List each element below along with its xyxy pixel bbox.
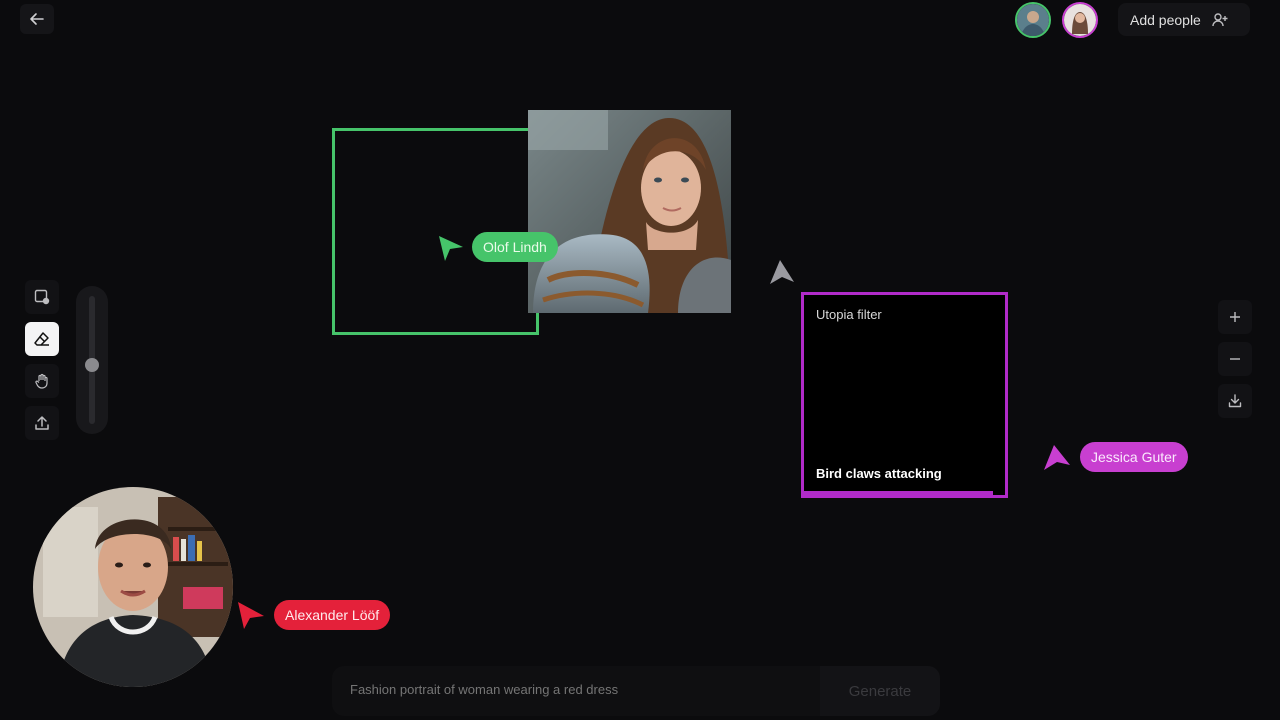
download-icon [1228, 394, 1242, 408]
minus-icon [1230, 358, 1240, 360]
collaborator-avatar-olof[interactable] [1015, 2, 1051, 38]
collaborator-tag-jessica: Jessica Guter [1080, 442, 1188, 472]
tool-palette [25, 280, 59, 440]
collaborator-tag-alexander: Alexander Lööf [274, 600, 391, 630]
back-button[interactable] [20, 4, 54, 34]
cursor-olof-icon [439, 236, 463, 261]
upload-icon [35, 416, 49, 430]
zoom-controls [1218, 300, 1252, 418]
prompt-bar: Generate [332, 666, 940, 716]
frame-add-icon [34, 289, 50, 305]
prompt-input[interactable] [350, 682, 820, 697]
arrow-left-icon [30, 13, 44, 25]
slider-thumb[interactable] [85, 357, 99, 372]
plus-icon [1230, 312, 1240, 322]
neutral-cursor-icon [770, 260, 794, 284]
upload-tool[interactable] [25, 406, 59, 440]
collaborator-tag-olof: Olof Lindh [472, 232, 558, 262]
add-frame-tool[interactable] [25, 280, 59, 314]
hand-tool[interactable] [25, 364, 59, 398]
filter-frame-title: Utopia filter [816, 307, 882, 322]
download-button[interactable] [1218, 384, 1252, 418]
collaborator-avatar-jessica[interactable] [1062, 2, 1098, 38]
zoom-in-button[interactable] [1218, 300, 1252, 334]
user-plus-icon [1212, 12, 1228, 26]
add-people-label: Add people [1130, 11, 1201, 28]
generated-portrait-image[interactable] [528, 110, 731, 313]
webcam-video-bubble [33, 487, 233, 687]
generate-button[interactable]: Generate [820, 666, 940, 716]
add-people-button[interactable]: Add people [1118, 3, 1250, 36]
filter-frame-caption: Bird claws attacking [816, 466, 942, 481]
eraser-icon [34, 332, 49, 346]
hand-icon [35, 373, 48, 389]
cursor-jessica-icon [1044, 445, 1070, 470]
zoom-out-button[interactable] [1218, 342, 1252, 376]
filter-progress-bar [804, 491, 993, 495]
brush-size-slider[interactable] [76, 286, 108, 434]
cursor-alexander-icon [238, 602, 264, 629]
eraser-tool[interactable] [25, 322, 59, 356]
utopia-filter-frame[interactable]: Utopia filter Bird claws attacking [801, 292, 1008, 498]
